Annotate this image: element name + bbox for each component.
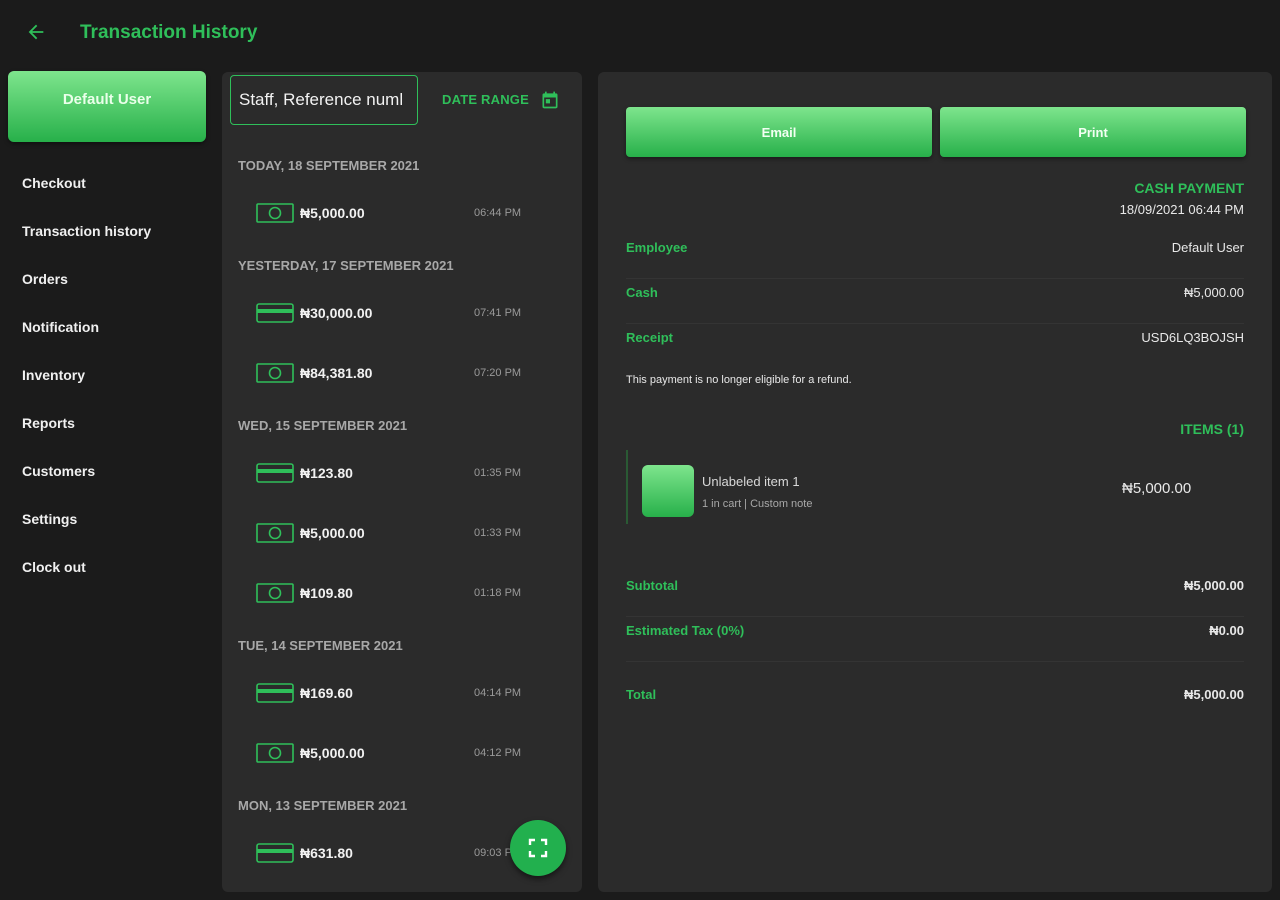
payment-type: CASH PAYMENT [1134,180,1244,196]
date-group-header: WED, 15 SEPTEMBER 2021 [238,418,408,433]
calendar-icon[interactable] [540,90,560,110]
user-button[interactable]: Default User [8,71,206,142]
sidebar-item-checkout[interactable]: Checkout [22,174,151,222]
cash-label: Cash [626,285,658,300]
transaction-time: 04:12 PM [474,747,522,759]
total-label: Total [626,687,657,702]
transaction-amount: ₦169.60 [300,685,353,701]
date-group-header: TUE, 14 SEPTEMBER 2021 [238,638,403,653]
transaction-time: 01:18 PM [474,587,522,599]
transaction-time: 07:20 PM [474,367,522,379]
sidebar-item-customers[interactable]: Customers [22,462,151,510]
subtotal-label: Subtotal [626,578,678,593]
sidebar-item-reports[interactable]: Reports [22,414,151,462]
total-value: ₦5,000.00 [1184,687,1244,702]
employee-value: Default User [1171,240,1244,255]
cash-icon [256,202,294,224]
subtotal-value: ₦5,000.00 [1184,578,1244,593]
print-button[interactable]: Print [940,107,1246,157]
credit-card-icon [256,842,294,864]
item-thumbnail [642,465,694,517]
item-name: Unlabeled item 1 [702,474,800,489]
credit-card-icon [256,302,294,324]
transaction-time: 01:33 PM [474,527,522,539]
cash-value: ₦5,000.00 [1184,285,1244,300]
transaction-amount: ₦123.80 [300,465,353,481]
transaction-amount: ₦5,000.00 [300,205,365,221]
sidebar-nav: Checkout Transaction history Orders Noti… [22,174,151,606]
transaction-time: 04:14 PM [474,687,522,699]
top-bar: Transaction History [0,0,1280,64]
transaction-row[interactable]: ₦109.80 01:18 PM [222,562,582,622]
sidebar-item-notification[interactable]: Notification [22,318,151,366]
payment-datetime: 18/09/2021 06:44 PM [1119,202,1244,217]
items-heading: ITEMS (1) [1180,421,1244,437]
cart-item[interactable]: Unlabeled item 1 1 in cart | Custom note… [626,450,1244,524]
sidebar-item-inventory[interactable]: Inventory [22,366,151,414]
total-row: Total ₦5,000.00 [626,681,1244,726]
cash-icon [256,742,294,764]
transaction-row[interactable]: ₦123.80 01:35 PM [222,442,582,502]
employee-row: Employee Default User [626,234,1244,279]
fullscreen-button[interactable] [510,820,566,876]
subtotal-row: Subtotal ₦5,000.00 [626,572,1244,617]
receipt-value: USD6LQ3BOJSH [1141,330,1244,345]
transaction-row[interactable]: ₦5,000.00 04:12 PM [222,722,582,782]
tax-label: Estimated Tax (0%) [626,623,745,638]
transaction-amount: ₦84,381.80 [300,365,373,381]
cash-row: Cash ₦5,000.00 [626,279,1244,324]
page-title: Transaction History [80,22,258,43]
fullscreen-icon [528,838,548,858]
transaction-amount: ₦30,000.00 [300,305,373,321]
employee-label: Employee [626,240,688,255]
sidebar-item-clock-out[interactable]: Clock out [22,558,151,606]
sidebar-item-settings[interactable]: Settings [22,510,151,558]
refund-note: This payment is no longer eligible for a… [626,374,852,386]
arrow-left-icon [28,24,44,40]
sidebar: Default User Checkout Transaction histor… [0,64,214,900]
cash-icon [256,522,294,544]
item-subtitle: 1 in cart | Custom note [702,498,813,510]
item-price: ₦5,000.00 [1122,480,1192,497]
transaction-row[interactable]: ₦30,000.00 07:41 PM [222,282,582,342]
transaction-amount: ₦109.80 [300,585,353,601]
sidebar-item-orders[interactable]: Orders [22,270,151,318]
transaction-list-panel: DATE RANGE TODAY, 18 SEPTEMBER 2021 ₦5,00… [222,72,582,892]
transaction-row[interactable]: ₦5,000.00 06:44 PM [222,182,582,242]
tax-row: Estimated Tax (0%) ₦0.00 [626,617,1244,662]
date-range-button[interactable]: DATE RANGE [442,92,529,107]
sidebar-item-transaction-history[interactable]: Transaction history [22,222,151,270]
transaction-detail-panel: Email Print CASH PAYMENT 18/09/2021 06:4… [598,72,1272,892]
receipt-label: Receipt [626,330,673,345]
receipt-row: Receipt USD6LQ3BOJSH [626,324,1244,369]
transaction-row[interactable]: ₦169.60 04:14 PM [222,662,582,722]
date-group-header: YESTERDAY, 17 SEPTEMBER 2021 [238,258,454,273]
transaction-time: 06:44 PM [474,207,522,219]
transaction-time: 01:35 PM [474,467,522,479]
transaction-amount: ₦5,000.00 [300,525,365,541]
back-button[interactable] [22,18,50,46]
email-button[interactable]: Email [626,107,932,157]
transaction-row[interactable]: ₦5,000.00 01:33 PM [222,502,582,562]
date-group-header: MON, 13 SEPTEMBER 2021 [238,798,408,813]
tax-value: ₦0.00 [1209,623,1244,638]
transaction-time: 07:41 PM [474,307,522,319]
date-group-header: TODAY, 18 SEPTEMBER 2021 [238,158,420,173]
transaction-list: TODAY, 18 SEPTEMBER 2021 ₦5,000.00 06:44 P… [222,142,582,882]
search-input[interactable] [230,75,418,125]
cash-icon [256,362,294,384]
transaction-row[interactable]: ₦84,381.80 07:20 PM [222,342,582,402]
transaction-amount: ₦631.80 [300,845,353,861]
cash-icon [256,582,294,604]
transaction-amount: ₦5,000.00 [300,745,365,761]
credit-card-icon [256,682,294,704]
credit-card-icon [256,462,294,484]
